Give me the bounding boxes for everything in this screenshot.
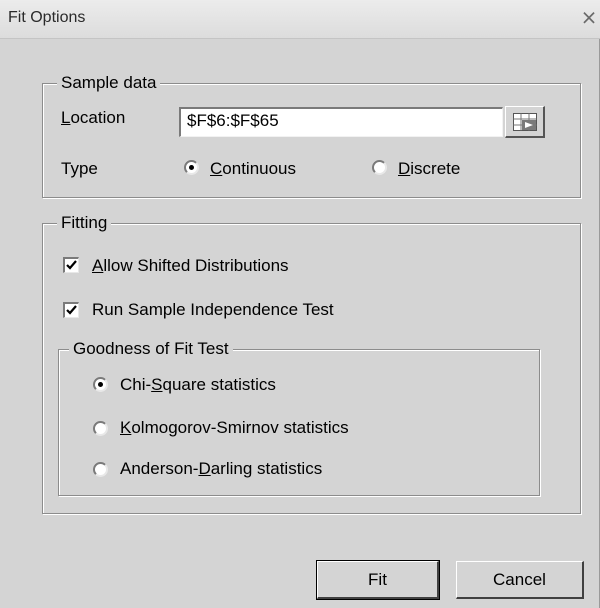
chi-square-label[interactable]: Chi-Square statistics — [120, 375, 276, 395]
title-bar[interactable]: Fit Options ⨯ — [0, 0, 600, 39]
kolmogorov-smirnov-label[interactable]: Kolmogorov-Smirnov statistics — [120, 418, 349, 438]
type-label: Type — [61, 159, 98, 178]
cancel-button[interactable]: Cancel — [456, 561, 584, 599]
goodness-of-fit-legend: Goodness of Fit Test — [69, 339, 233, 359]
fitting-legend: Fitting — [57, 213, 112, 233]
allow-shifted-label[interactable]: Allow Shifted Distributions — [92, 256, 289, 276]
location-input[interactable]: $F$6:$F$65 — [179, 107, 503, 137]
fit-options-dialog: Fit Options ⨯ Sample data Location $F$6:… — [0, 0, 600, 608]
cell-reference-icon — [513, 113, 537, 131]
checkmark-icon — [66, 260, 77, 270]
sample-data-group: Sample data — [42, 73, 581, 198]
cell-reference-button[interactable] — [505, 106, 545, 138]
anderson-darling-radio[interactable] — [93, 462, 108, 477]
window-title: Fit Options — [8, 9, 86, 26]
discrete-label[interactable]: Discrete — [398, 159, 460, 179]
chi-square-radio[interactable] — [93, 377, 108, 392]
allow-shifted-checkbox[interactable] — [63, 257, 79, 273]
kolmogorov-smirnov-radio[interactable] — [93, 421, 108, 436]
run-independence-checkbox[interactable] — [63, 302, 79, 318]
anderson-darling-label[interactable]: Anderson-Darling statistics — [120, 459, 322, 479]
continuous-radio[interactable] — [184, 160, 199, 175]
sample-data-legend: Sample data — [57, 73, 161, 93]
close-icon[interactable]: ⨯ — [578, 6, 600, 30]
discrete-radio[interactable] — [372, 160, 387, 175]
location-label: Location — [61, 108, 126, 127]
run-independence-label[interactable]: Run Sample Independence Test — [92, 300, 334, 320]
checkmark-icon — [66, 305, 77, 315]
continuous-label[interactable]: Continuous — [210, 159, 296, 179]
fit-button[interactable]: Fit — [316, 560, 440, 600]
